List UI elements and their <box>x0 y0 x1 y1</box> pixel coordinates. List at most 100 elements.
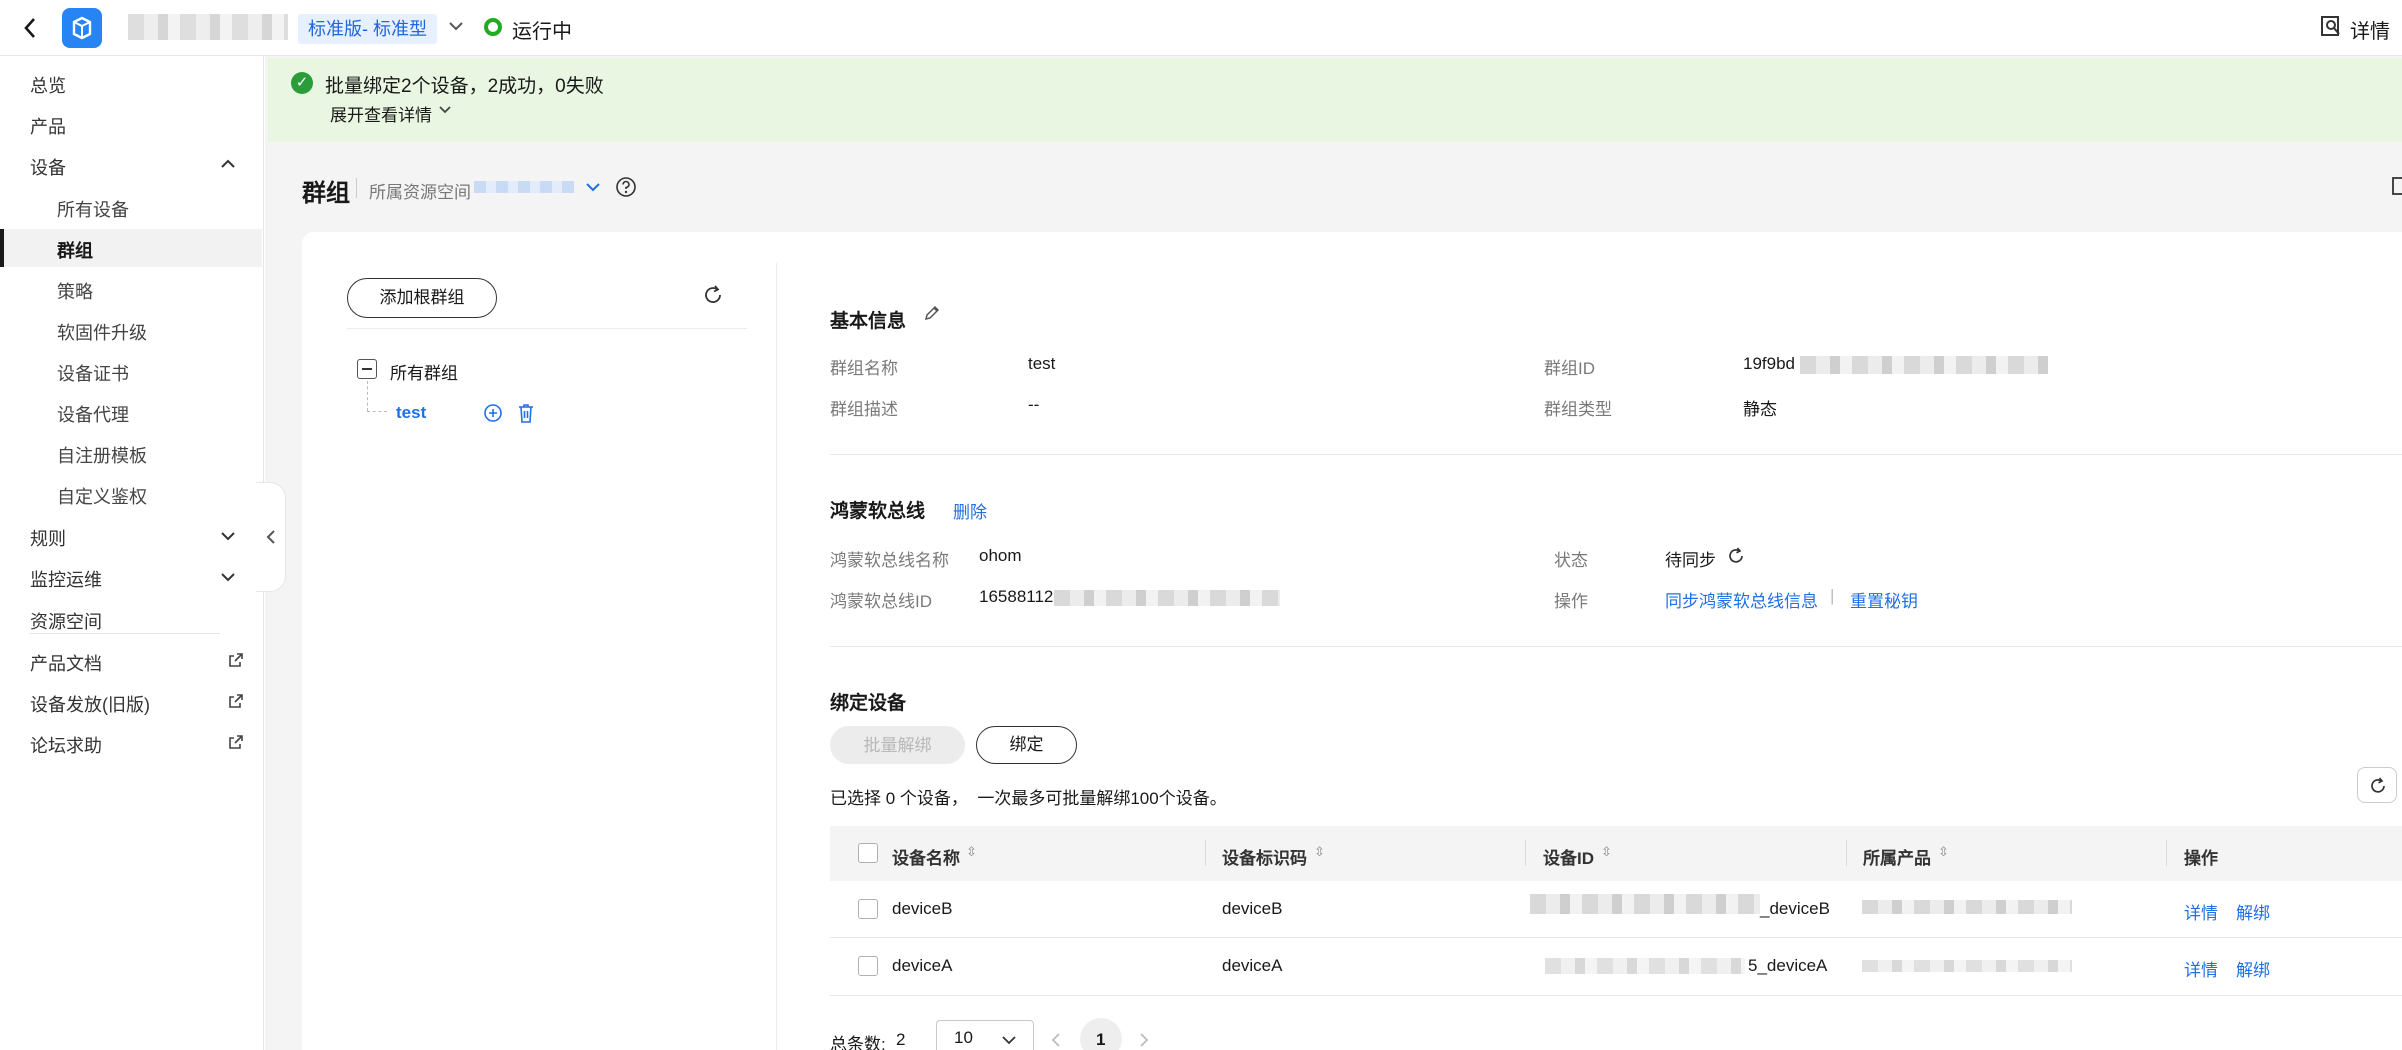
prev-page-icon[interactable] <box>1050 1031 1062 1049</box>
soft-bus-name-value: ohom <box>979 546 1022 565</box>
tree-root-label[interactable]: 所有群组 <box>390 359 458 384</box>
sidebar-item-certificates[interactable]: 设备证书 <box>57 360 129 386</box>
banner-expand-link[interactable]: 展开查看详情 <box>330 101 432 126</box>
sort-icon[interactable]: ⇳ <box>966 844 977 860</box>
total-count-label: 总条数: <box>830 1035 886 1050</box>
sidebar-item-device-proxy[interactable]: 设备代理 <box>57 401 129 427</box>
group-desc-label: 群组描述 <box>830 400 898 419</box>
group-name-label: 群组名称 <box>830 359 898 378</box>
help-icon[interactable] <box>615 176 637 198</box>
selection-info: 已选择 0 个设备， 一次最多可批量解绑100个设备。 <box>830 789 1227 808</box>
sort-icon[interactable]: ⇳ <box>1314 844 1325 860</box>
tree-child-label[interactable]: test <box>396 403 426 423</box>
sidebar-item-device[interactable]: 设备 <box>30 154 66 180</box>
export-icon[interactable] <box>2392 176 2402 196</box>
sidebar-item-custom-auth[interactable]: 自定义鉴权 <box>57 483 147 509</box>
batch-unbind-button[interactable]: 批量解绑 <box>830 726 965 764</box>
chevron-down-icon[interactable] <box>220 530 236 542</box>
external-link-icon <box>228 693 244 709</box>
device-unbind-link[interactable]: 解绑 <box>2236 899 2270 924</box>
instance-switch-chevron-icon[interactable] <box>448 20 464 32</box>
reset-secret-link[interactable]: 重置秘钥 <box>1850 587 1918 612</box>
column-device-identifier[interactable]: 设备标识码 <box>1222 844 1307 869</box>
sidebar-item-ota[interactable]: 软固件升级 <box>57 319 147 345</box>
soft-bus-id-value: 16588112 <box>979 587 1054 606</box>
sidebar-item-rules[interactable]: 规则 <box>30 525 66 551</box>
row-checkbox[interactable] <box>858 899 878 919</box>
chevron-down-icon[interactable] <box>585 181 601 193</box>
sidebar-item-forum[interactable]: 论坛求助 <box>30 732 102 758</box>
sort-icon[interactable]: ⇳ <box>1601 844 1612 860</box>
section-divider <box>830 454 2402 455</box>
device-unbind-link[interactable]: 解绑 <box>2236 956 2270 981</box>
product-blurred <box>1862 900 2072 914</box>
chevron-down-icon[interactable] <box>220 571 236 583</box>
group-desc-value: -- <box>1028 395 1040 414</box>
column-device-name[interactable]: 设备名称 <box>892 844 960 869</box>
sidebar-item-policy[interactable]: 策略 <box>57 278 93 304</box>
chevron-down-icon[interactable] <box>438 105 452 115</box>
add-root-group-button[interactable]: 添加根群组 <box>347 278 497 318</box>
details-icon[interactable] <box>2320 15 2342 37</box>
external-link-icon <box>228 652 244 668</box>
basic-info-title: 基本信息 <box>830 311 907 332</box>
device-id-cell: _deviceB <box>1760 899 1830 918</box>
column-separator <box>1525 840 1526 866</box>
sidebar-active-indicator <box>0 229 4 267</box>
sync-soft-bus-link[interactable]: 同步鸿蒙软总线信息 <box>1665 587 1818 612</box>
soft-bus-name-label: 鸿蒙软总线名称 <box>830 551 949 570</box>
page-size-select[interactable]: 10 <box>936 1020 1034 1050</box>
app-logo-icon <box>62 8 102 48</box>
group-type-value: 静态 <box>1743 400 1777 419</box>
sidebar-item-product[interactable]: 产品 <box>30 113 66 139</box>
next-page-icon[interactable] <box>1138 1031 1150 1049</box>
tree-connector <box>367 381 368 411</box>
group-id-label: 群组ID <box>1544 359 1595 378</box>
soft-bus-id-label: 鸿蒙软总线ID <box>830 592 932 611</box>
sort-icon[interactable]: ⇳ <box>1938 844 1949 860</box>
column-product[interactable]: 所属产品 <box>1863 844 1931 869</box>
refresh-icon[interactable] <box>702 284 724 306</box>
sidebar <box>0 56 264 1050</box>
select-all-checkbox[interactable] <box>858 843 878 863</box>
success-check-icon: ✓ <box>291 72 313 94</box>
sidebar-item-resource-space[interactable]: 资源空间 <box>30 608 102 634</box>
top-bar: chengchuotest 标准版- 标准型 运行中 详情 <box>0 0 2402 56</box>
row-checkbox[interactable] <box>858 956 878 976</box>
sidebar-item-self-registration[interactable]: 自注册模板 <box>57 442 147 468</box>
column-device-id[interactable]: 设备ID <box>1543 844 1594 869</box>
device-detail-link[interactable]: 详情 <box>2184 956 2218 981</box>
soft-bus-title: 鸿蒙软总线 <box>830 501 926 522</box>
device-detail-link[interactable]: 详情 <box>2184 899 2218 924</box>
edit-icon[interactable] <box>923 304 941 322</box>
column-separator <box>1205 840 1206 866</box>
group-type-label: 群组类型 <box>1544 400 1612 419</box>
sidebar-item-overview[interactable]: 总览 <box>30 72 66 98</box>
delete-group-icon[interactable] <box>516 402 536 424</box>
resource-space-value-blurred[interactable] <box>474 181 574 193</box>
chevron-up-icon[interactable] <box>220 158 236 170</box>
sidebar-item-all-devices[interactable]: 所有设备 <box>57 196 129 222</box>
bind-button[interactable]: 绑定 <box>976 726 1077 764</box>
sidebar-item-groups[interactable]: 群组 <box>57 237 93 263</box>
sync-status-refresh-icon[interactable] <box>1726 546 1746 566</box>
sidebar-item-monitoring[interactable]: 监控运维 <box>30 566 102 592</box>
device-identifier-cell: deviceA <box>1222 956 1283 975</box>
details-link[interactable]: 详情 <box>2350 15 2390 44</box>
back-icon[interactable] <box>22 16 38 40</box>
page-title: 群组 <box>302 180 350 207</box>
soft-bus-delete-link[interactable]: 删除 <box>953 498 987 523</box>
sidebar-item-device-provisioning[interactable]: 设备发放(旧版) <box>30 691 150 717</box>
collapse-tree-icon[interactable] <box>357 359 377 379</box>
column-actions: 操作 <box>2184 849 2218 868</box>
table-refresh-button[interactable] <box>2357 767 2397 803</box>
column-separator <box>2166 840 2167 866</box>
sidebar-item-docs[interactable]: 产品文档 <box>30 650 102 676</box>
add-subgroup-icon[interactable] <box>483 403 503 423</box>
sidebar-collapse-handle[interactable] <box>256 482 286 592</box>
resource-space-label: 所属资源空间 <box>369 183 471 202</box>
section-divider <box>830 646 2402 647</box>
ops-separator: | <box>1830 586 1835 605</box>
group-id-blurred <box>1800 356 2048 374</box>
bound-devices-title: 绑定设备 <box>830 693 907 714</box>
